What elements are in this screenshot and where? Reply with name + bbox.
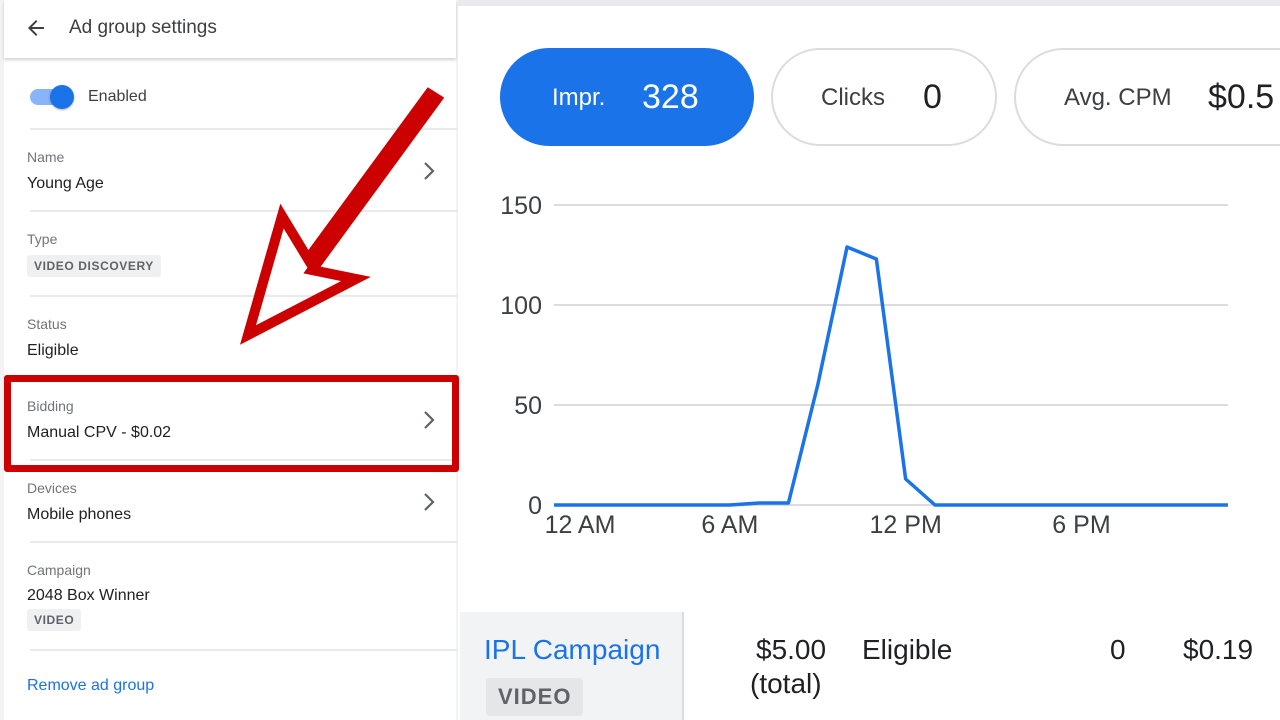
campaign-value: 2048 Box Winner [27,587,150,604]
remove-ad-group-link[interactable]: Remove ad group [27,677,154,695]
metric-avg-cpm[interactable]: Avg. CPM $0.5 [1014,48,1280,146]
campaign-name-link[interactable]: IPL Campaign [484,634,660,666]
budget-suffix: (total) [750,668,822,699]
table-row: IPL Campaign VIDEO $5.00 (total) Eligibl… [458,612,1280,720]
devices-row[interactable] [4,462,456,540]
x-tick-label: 6 AM [701,511,758,539]
annotation-highlight-box [4,375,459,472]
annotation-arrow-icon [240,87,445,345]
metric-label: Impr. [552,84,606,111]
budget-cell: $5.00 [756,634,827,665]
campaign-type-chip: VIDEO [27,609,82,631]
metric-clicks[interactable]: Clicks 0 [771,48,997,146]
metric-value: 328 [642,78,699,116]
clicks-cell: 0 [1110,634,1126,665]
metric-label: Avg. CPM [1064,84,1172,111]
metric-label: Clicks [821,84,885,111]
y-tick-label: 0 [528,492,542,520]
impressions-line-chart: 0 50 100 150 12 AM 6 AM 12 PM 6 PM [500,192,1228,539]
x-tick-label: 12 AM [545,511,616,539]
metric-impressions[interactable]: Impr. 328 [500,48,754,146]
cost-cell: $0.19 [1183,634,1254,665]
screen: Ad group settings Enabled Name Young Age… [0,0,1280,720]
y-tick-label: 150 [500,192,542,220]
x-tick-label: 12 PM [870,511,942,539]
top-border [458,0,1280,6]
y-tick-label: 50 [514,392,542,420]
performance-panel: Impr. 328 Clicks 0 Avg. CPM $0.5 0 50 100 1… [458,0,1280,720]
divider [30,649,460,651]
metric-value: 0 [923,78,942,116]
devices-label: Devices [27,480,77,496]
status-cell: Eligible [862,634,953,665]
y-tick-label: 100 [500,292,542,320]
devices-value: Mobile phones [27,506,132,523]
campaign-label: Campaign [27,562,91,578]
metric-value: $0.5 [1208,78,1275,116]
campaign-name-cell: IPL Campaign VIDEO [460,612,684,720]
series-line [554,245,1228,507]
divider [30,541,460,543]
chevron-right-icon[interactable] [420,490,440,514]
campaign-type-badge: VIDEO [486,678,584,716]
x-tick-label: 6 PM [1052,511,1110,539]
